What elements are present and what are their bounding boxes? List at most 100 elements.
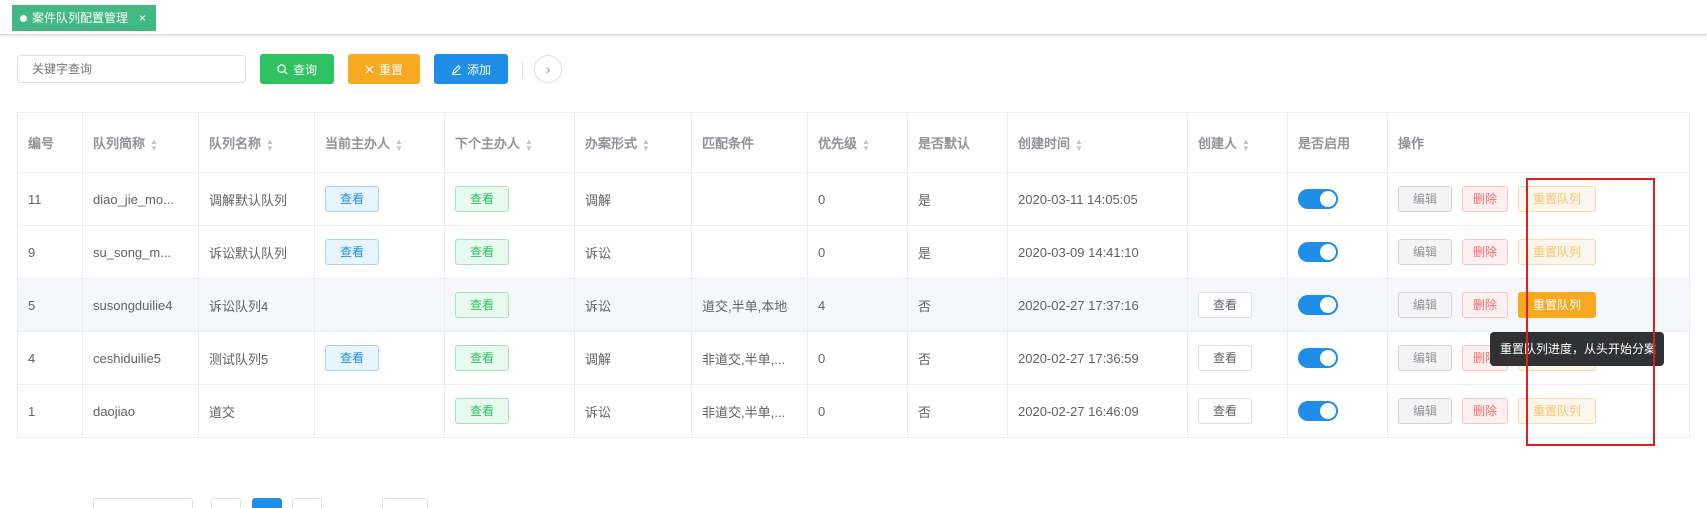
cell-created: 2020-02-27 16:46:09 <box>1007 384 1188 438</box>
view-creator-button[interactable]: 查看 <box>1198 398 1253 424</box>
delete-button[interactable]: 删除 <box>1462 239 1509 265</box>
sort-icon: ▲ ▼ <box>266 136 274 153</box>
view-next-handler-button[interactable]: 查看 <box>455 292 510 318</box>
view-current-handler-button[interactable]: 查看 <box>325 186 380 212</box>
edit-button[interactable]: 编辑 <box>1398 292 1453 318</box>
edit-button[interactable]: 编辑 <box>1398 398 1453 424</box>
cell-default: 是 <box>907 225 1008 279</box>
col-header-actions: 操作 <box>1387 112 1690 173</box>
delete-button[interactable]: 删除 <box>1462 186 1509 212</box>
prev-page-button[interactable] <box>211 498 241 508</box>
cell-name: 道交 <box>198 384 315 438</box>
cell-short-name: diao_jie_mo... <box>82 172 199 226</box>
add-button[interactable]: 添加 <box>434 54 509 84</box>
enabled-switch[interactable] <box>1298 242 1338 262</box>
sort-icon: ▲ ▼ <box>395 136 403 153</box>
cell-priority: 0 <box>807 225 908 279</box>
cell-form: 调解 <box>574 331 692 385</box>
reset-button[interactable]: 重置 <box>348 54 421 84</box>
col-header-form[interactable]: 办案形式 ▲ ▼ <box>574 112 692 173</box>
cell-creator <box>1187 172 1288 226</box>
col-header-next-handler[interactable]: 下个主办人 ▲ ▼ <box>444 112 575 173</box>
cell-next-handler: 查看 <box>444 331 575 385</box>
cell-created: 2020-02-27 17:36:59 <box>1007 331 1188 385</box>
view-current-handler-button[interactable]: 查看 <box>325 345 380 371</box>
delete-button[interactable]: 删除 <box>1462 398 1509 424</box>
cell-name: 测试队列5 <box>198 331 315 385</box>
cell-priority: 0 <box>807 384 908 438</box>
cell-form: 诉讼 <box>574 384 692 438</box>
cell-match <box>691 225 808 279</box>
view-next-handler-button[interactable]: 查看 <box>455 345 510 371</box>
sort-icon: ▲ ▼ <box>642 136 650 153</box>
table-row: 9 su_song_m... 诉讼默认队列 查看 查看 诉讼 0 是 2020-03-09 14… <box>17 225 1690 279</box>
search-input[interactable] <box>17 55 246 83</box>
view-next-handler-button[interactable]: 查看 <box>455 186 510 212</box>
cell-next-handler: 查看 <box>444 172 575 226</box>
cell-next-handler: 查看 <box>444 225 575 279</box>
edit-button[interactable]: 编辑 <box>1398 186 1453 212</box>
view-current-handler-button[interactable]: 查看 <box>325 239 380 265</box>
cell-creator <box>1187 225 1288 279</box>
col-header-creator[interactable]: 创建人 ▲ ▼ <box>1187 112 1288 173</box>
cell-default: 否 <box>907 278 1008 332</box>
tab-case-queue-config[interactable]: 案件队列配置管理 × <box>12 5 157 31</box>
next-page-button[interactable] <box>292 498 322 508</box>
cell-default: 否 <box>907 384 1008 438</box>
cell-name: 调解默认队列 <box>198 172 315 226</box>
view-next-handler-button[interactable]: 查看 <box>455 398 510 424</box>
cell-id: 9 <box>17 225 83 279</box>
page-size-select[interactable] <box>93 498 193 508</box>
view-creator-button[interactable]: 查看 <box>1198 292 1253 318</box>
cell-current-handler <box>314 384 445 438</box>
highlight-box <box>1526 178 1655 446</box>
page-jump-input[interactable] <box>382 498 428 508</box>
cell-enabled <box>1287 384 1388 438</box>
edit-button[interactable]: 编辑 <box>1398 345 1453 371</box>
cell-short-name: su_song_m... <box>82 225 199 279</box>
cell-match: 非道交,半单,... <box>691 331 808 385</box>
sort-icon: ▲ ▼ <box>1242 136 1250 153</box>
view-creator-button[interactable]: 查看 <box>1198 345 1253 371</box>
enabled-switch[interactable] <box>1298 348 1338 368</box>
close-icon[interactable]: × <box>139 5 146 31</box>
view-next-handler-button[interactable]: 查看 <box>455 239 510 265</box>
col-header-default: 是否默认 <box>907 112 1008 173</box>
col-header-created[interactable]: 创建时间 ▲ ▼ <box>1007 112 1188 173</box>
cell-id: 5 <box>17 278 83 332</box>
cell-short-name: ceshiduilie5 <box>82 331 199 385</box>
add-label: 添加 <box>467 62 492 77</box>
cell-priority: 0 <box>807 172 908 226</box>
col-header-name[interactable]: 队列名称 ▲ ▼ <box>198 112 315 173</box>
edit-button[interactable]: 编辑 <box>1398 239 1453 265</box>
chevron-right-icon[interactable]: › <box>534 55 563 83</box>
enabled-switch[interactable] <box>1298 295 1338 315</box>
queue-table: 编号 队列简称 ▲ ▼ 队列名称 ▲ ▼ 当前主办人 ▲ ▼ 下个主办人 ▲ ▼ 办案形式 ▲ ▼ … <box>17 112 1690 438</box>
cell-priority: 4 <box>807 278 908 332</box>
toolbar-divider <box>522 61 524 77</box>
cell-short-name: susongduilie4 <box>82 278 199 332</box>
col-header-priority[interactable]: 优先级 ▲ ▼ <box>807 112 908 173</box>
col-header-short-name[interactable]: 队列简称 ▲ ▼ <box>82 112 199 173</box>
edit-icon <box>451 64 462 75</box>
enabled-switch[interactable] <box>1298 189 1338 209</box>
cell-next-handler: 查看 <box>444 278 575 332</box>
cell-match: 非道交,半单,... <box>691 384 808 438</box>
cell-name: 诉讼队列4 <box>198 278 315 332</box>
col-header-current-handler[interactable]: 当前主办人 ▲ ▼ <box>314 112 445 173</box>
sort-icon: ▲ ▼ <box>862 136 870 153</box>
enabled-switch[interactable] <box>1298 401 1338 421</box>
delete-button[interactable]: 删除 <box>1462 292 1509 318</box>
cell-form: 调解 <box>574 172 692 226</box>
cell-id: 1 <box>17 384 83 438</box>
table-row: 1 daojiao 道交 查看 诉讼 非道交,半单,... 0 否 2020-02-27 16:… <box>17 384 1690 438</box>
cell-form: 诉讼 <box>574 278 692 332</box>
query-button[interactable]: 查询 <box>260 54 335 84</box>
cell-created: 2020-03-11 14:05:05 <box>1007 172 1188 226</box>
cell-enabled <box>1287 278 1388 332</box>
search-icon <box>277 63 288 75</box>
page-current[interactable] <box>252 498 282 508</box>
cell-created: 2020-02-27 17:37:16 <box>1007 278 1188 332</box>
tab-label: 案件队列配置管理 <box>32 11 129 25</box>
cell-current-handler: 查看 <box>314 225 445 279</box>
